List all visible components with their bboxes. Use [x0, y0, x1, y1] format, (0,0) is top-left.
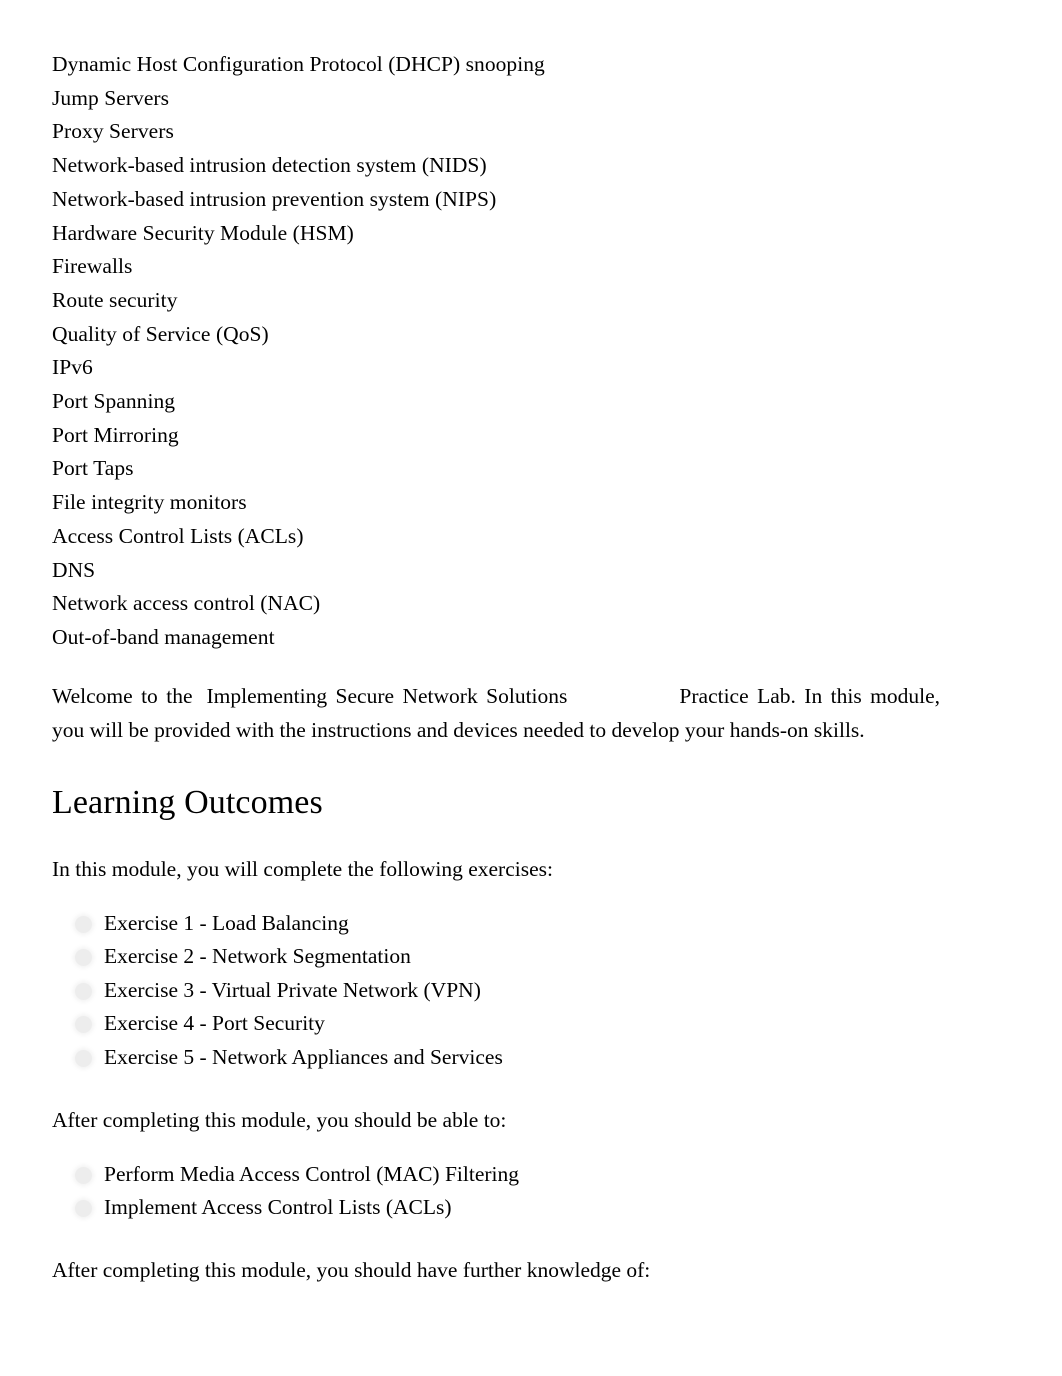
topic-line: File integrity monitors	[52, 490, 247, 515]
exercise-list: Exercise 1 - Load Balancing Exercise 2 - …	[52, 907, 938, 1075]
document-page: Dynamic Host Configuration Protocol (DHC…	[0, 0, 1062, 1376]
topic-line: IPv6	[52, 355, 93, 380]
exercise-item: Exercise 4 - Port Security	[52, 1007, 938, 1041]
topic-line: DNS	[52, 557, 96, 582]
objective-item: Perform Media Access Control (MAC) Filte…	[52, 1158, 938, 1192]
bullet-icon	[75, 1200, 92, 1218]
topic-line: Firewalls	[52, 254, 133, 279]
topic-line: Jump Servers	[52, 85, 170, 110]
exercise-item-label: Exercise 5 - Network Appliances and Serv…	[104, 1045, 503, 1070]
topic-line: Access Control Lists (ACLs)	[52, 523, 304, 548]
exercise-item: Exercise 1 - Load Balancing	[52, 907, 938, 941]
objective-item-label: Perform Media Access Control (MAC) Filte…	[104, 1161, 520, 1186]
welcome-lead: Welcome to the	[52, 683, 193, 708]
exercise-item: Exercise 3 - Virtual Private Network (VP…	[52, 974, 938, 1008]
exercise-item: Exercise 5 - Network Appliances and Serv…	[52, 1041, 938, 1075]
exercises-intro: In this module, you will complete the fo…	[52, 856, 553, 881]
exercise-item-label: Exercise 2 - Network Segmentation	[104, 944, 411, 969]
welcome-lab-title: Implementing Secure Network Solutions	[206, 683, 568, 708]
exercise-item-label: Exercise 3 - Virtual Private Network (VP…	[104, 977, 481, 1002]
able-to-intro: After completing this module, you should…	[52, 1107, 507, 1132]
objective-item-label: Implement Access Control Lists (ACLs)	[104, 1195, 452, 1220]
topic-line: Proxy Servers	[52, 119, 174, 144]
bullet-icon	[75, 1050, 92, 1068]
topic-line: Port Taps	[52, 456, 134, 481]
topic-line: Network-based intrusion detection system…	[52, 153, 487, 178]
page-title: Learning Outcomes	[52, 783, 323, 821]
exercise-item: Exercise 2 - Network Segmentation	[52, 940, 938, 974]
bullet-icon	[75, 949, 92, 967]
exercise-item-label: Exercise 1 - Load Balancing	[104, 910, 349, 935]
knowledge-intro: After completing this module, you should…	[52, 1257, 651, 1282]
bullet-icon	[75, 982, 92, 1000]
topic-line: Out-of-band management	[52, 624, 275, 649]
topic-list: Dynamic Host Configuration Protocol (DHC…	[52, 48, 938, 655]
bullet-icon	[75, 1016, 92, 1034]
welcome-paragraph: Welcome to the Implementing Secure Networ…	[52, 679, 940, 747]
objective-item: Implement Access Control Lists (ACLs)	[52, 1191, 938, 1225]
topic-line: Dynamic Host Configuration Protocol (DHC…	[52, 52, 545, 76]
topic-line: Quality of Service (QoS)	[52, 321, 269, 346]
topic-line: Route security	[52, 287, 178, 312]
exercise-item-label: Exercise 4 - Port Security	[104, 1011, 325, 1036]
topic-line: Network access control (NAC)	[52, 591, 321, 616]
bullet-icon	[75, 1166, 92, 1184]
topic-line: Port Spanning	[52, 389, 176, 414]
topic-line: Network-based intrusion prevention syste…	[52, 186, 497, 211]
bullet-icon	[75, 915, 92, 933]
topic-line: Hardware Security Module (HSM)	[52, 220, 354, 245]
topic-line: Port Mirroring	[52, 422, 179, 447]
objective-list: Perform Media Access Control (MAC) Filte…	[52, 1158, 938, 1225]
